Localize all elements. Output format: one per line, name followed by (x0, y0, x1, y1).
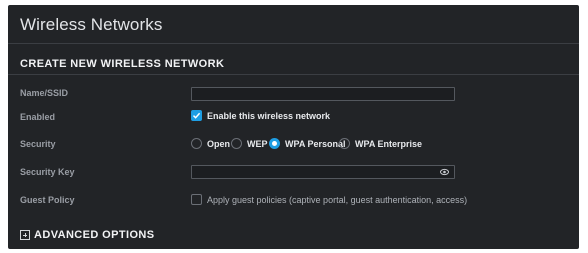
eye-icon[interactable] (440, 168, 449, 176)
security-radio-wpa-personal[interactable] (269, 138, 280, 149)
section-divider (8, 74, 579, 75)
enabled-checkbox-label[interactable]: Enable this wireless network (207, 111, 330, 121)
plus-box-icon (20, 230, 30, 240)
security-option-wpa-personal-label[interactable]: WPA Personal (285, 139, 346, 149)
enabled-checkbox[interactable] (191, 110, 202, 121)
security-radio-open[interactable] (191, 138, 202, 149)
security-radio-wep[interactable] (231, 138, 242, 149)
checkmark-icon (192, 112, 201, 119)
section-heading: CREATE NEW WIRELESS NETWORK (20, 58, 225, 70)
panel-title: Wireless Networks (20, 15, 163, 34)
security-option-wep-label[interactable]: WEP (247, 139, 268, 149)
guest-policy-checkbox-label[interactable]: Apply guest policies (captive portal, gu… (207, 195, 467, 205)
guest-policy-checkbox[interactable] (191, 194, 202, 205)
security-label: Security (20, 139, 56, 149)
name-ssid-label: Name/SSID (20, 88, 69, 98)
guest-policy-label: Guest Policy (20, 195, 75, 205)
security-key-label: Security Key (20, 167, 75, 177)
security-radio-wpa-enterprise[interactable] (339, 138, 350, 149)
security-option-wpa-enterprise-label[interactable]: WPA Enterprise (355, 139, 422, 149)
wireless-networks-panel: Wireless Networks CREATE NEW WIRELESS NE… (8, 5, 579, 249)
advanced-options-label: ADVANCED OPTIONS (34, 229, 155, 241)
enabled-label: Enabled (20, 112, 56, 122)
name-ssid-input[interactable] (191, 87, 455, 101)
security-option-open-label[interactable]: Open (207, 139, 230, 149)
title-divider (8, 43, 579, 44)
security-key-input[interactable] (191, 165, 455, 179)
